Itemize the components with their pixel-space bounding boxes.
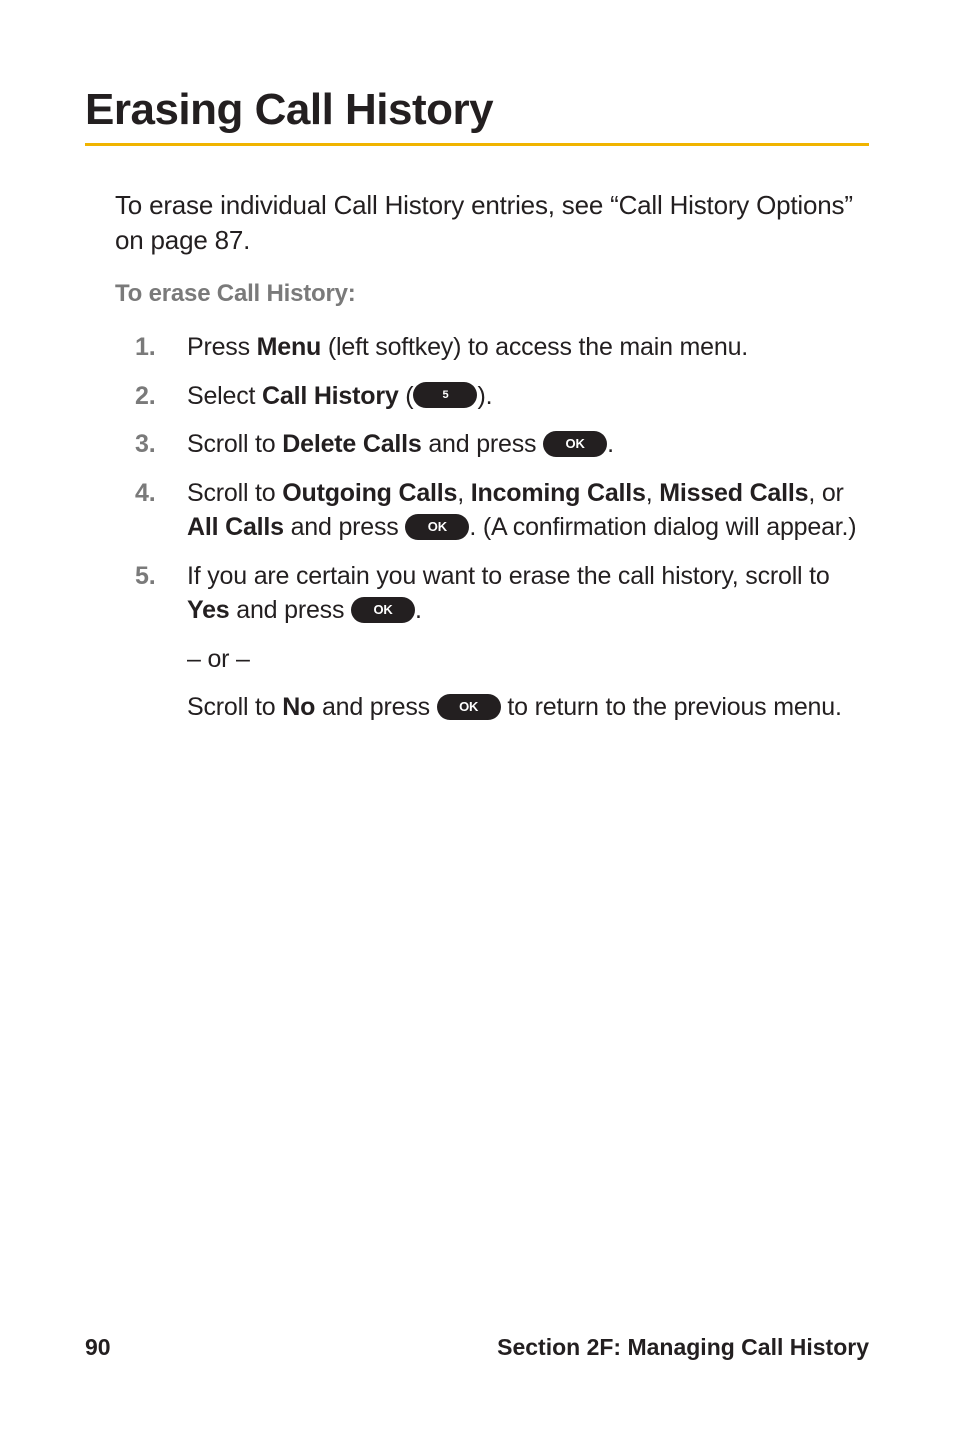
text: (left softkey) to access the main menu. [321,333,748,361]
key-ok-icon: OK [543,431,607,457]
text: Scroll to [187,430,282,458]
step-3: 3. Scroll to Delete Calls and press OK. [115,427,869,462]
yellow-rule [85,143,869,146]
yes-bold: Yes [187,596,230,624]
key-5-icon: 5 [413,382,477,408]
text: ( [399,382,414,410]
text: , [457,479,471,507]
or-text: – or – [187,642,869,677]
menu-bold: Menu [257,333,321,361]
step-4: 4. Scroll to Outgoing Calls, Incoming Ca… [115,476,869,545]
text: If you are certain you want to erase the… [187,562,830,590]
step-2: 2. Select Call History (5). [115,379,869,414]
text: and press [315,693,436,721]
call-history-bold: Call History [262,382,399,410]
text: ). [477,382,492,410]
text: . (A confirmation dialog will appear.) [469,513,856,541]
page-number: 90 [85,1334,111,1361]
page-title: Erasing Call History [85,85,869,135]
steps-list: 1. Press Menu (left softkey) to access t… [115,330,869,725]
text: Select [187,382,262,410]
page-footer: 90 Section 2F: Managing Call History [85,1334,869,1361]
text: Scroll to [187,693,282,721]
step-number: 2. [135,379,155,414]
key-ok-icon: OK [351,597,415,623]
step-number: 1. [135,330,155,365]
key-ok-icon: OK [437,694,501,720]
text: , [646,479,660,507]
all-calls-bold: All Calls [187,513,284,541]
step-1: 1. Press Menu (left softkey) to access t… [115,330,869,365]
step-number: 5. [135,559,155,594]
intro-paragraph: To erase individual Call History entries… [115,188,869,258]
key-ok-icon: OK [405,514,469,540]
text: and press [284,513,405,541]
missed-calls-bold: Missed Calls [659,479,808,507]
text: Scroll to [187,479,282,507]
manual-page: Erasing Call History To erase individual… [0,0,954,1431]
text: Press [187,333,257,361]
no-bold: No [282,693,315,721]
delete-calls-bold: Delete Calls [282,430,421,458]
incoming-calls-bold: Incoming Calls [471,479,646,507]
outgoing-calls-bold: Outgoing Calls [282,479,457,507]
step-5: 5. If you are certain you want to erase … [115,559,869,725]
step-number: 3. [135,427,155,462]
text: . [415,596,422,624]
subheading: To erase Call History: [115,280,869,308]
text: and press [422,430,543,458]
text: . [607,430,614,458]
section-label: Section 2F: Managing Call History [497,1334,869,1361]
text: to return to the previous menu. [501,693,842,721]
text: , or [808,479,843,507]
step-number: 4. [135,476,155,511]
text: and press [230,596,351,624]
